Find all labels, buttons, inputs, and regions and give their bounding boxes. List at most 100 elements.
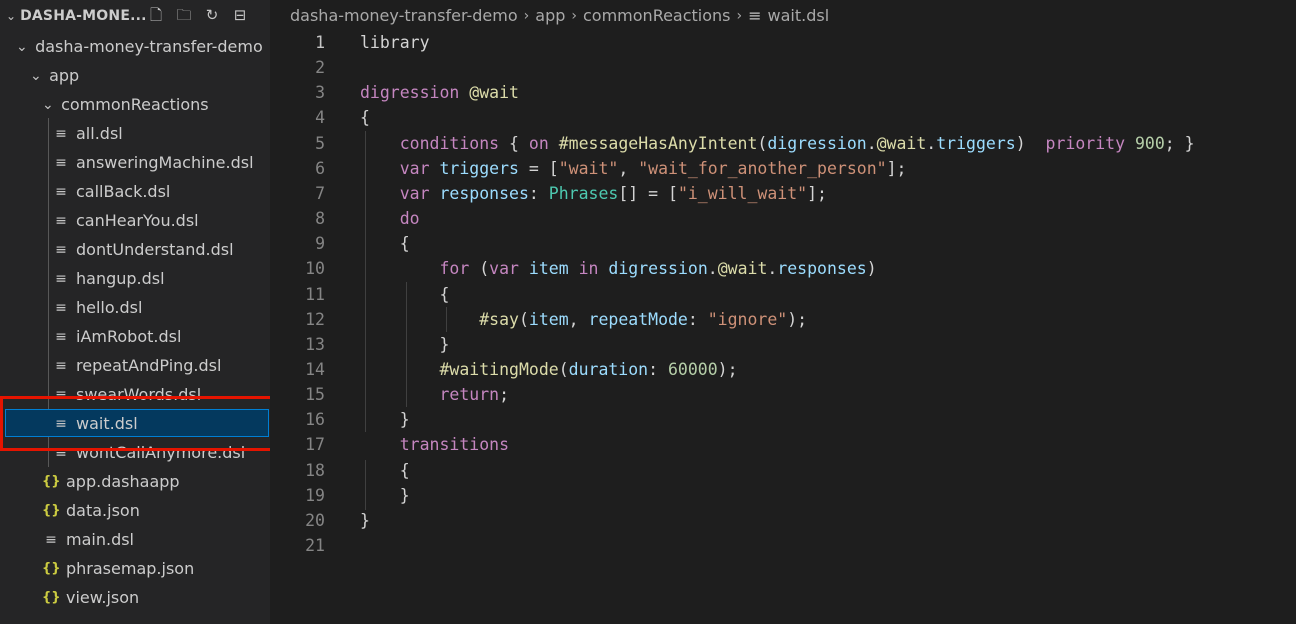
- code-line[interactable]: 11 {: [270, 282, 1296, 307]
- tree-file[interactable]: ≡ repeatAndPing.dsl: [0, 351, 270, 380]
- tree-file[interactable]: ≡ hangup.dsl: [0, 264, 270, 293]
- tree-file[interactable]: {} view.json: [0, 583, 270, 612]
- code-text: {: [360, 108, 370, 128]
- line-number: 11: [305, 284, 325, 304]
- indent-guide: [365, 459, 366, 510]
- collapse-all-icon[interactable]: ⊟: [230, 5, 250, 25]
- code-line[interactable]: 3 digression @wait: [270, 80, 1296, 105]
- code-line[interactable]: 15 return;: [270, 382, 1296, 407]
- dsl-file-icon: ≡: [45, 531, 57, 548]
- dsl-file-icon: ≡: [55, 154, 67, 171]
- breadcrumb-item[interactable]: wait.dsl: [768, 6, 830, 25]
- tree-item-label: data.json: [66, 501, 140, 520]
- tree-file[interactable]: ≡ dontUnderstand.dsl: [0, 235, 270, 264]
- dsl-file-icon: ≡: [55, 299, 67, 316]
- indent-guide: [446, 306, 447, 332]
- tree-item-label: view.json: [66, 588, 140, 607]
- tree-file[interactable]: {} app.dashaapp: [0, 467, 270, 496]
- code-line[interactable]: 2: [270, 55, 1296, 80]
- code-line[interactable]: 19 }: [270, 483, 1296, 508]
- line-number: 19: [305, 485, 325, 505]
- new-file-icon[interactable]: 🗋: [146, 5, 166, 25]
- tree-item-label: dontUnderstand.dsl: [76, 240, 234, 259]
- code-line[interactable]: 1 library: [270, 30, 1296, 55]
- line-number: 18: [305, 460, 325, 480]
- dsl-file-icon: ≡: [55, 328, 67, 345]
- code-line[interactable]: 4{: [270, 105, 1296, 130]
- chevron-right-icon: ›: [523, 7, 530, 24]
- editor-pane: dasha-money-transfer-demo › app › commonReac…: [270, 0, 1296, 624]
- line-number: 5: [315, 133, 325, 153]
- dsl-file-icon: ≡: [55, 241, 67, 258]
- tree-file[interactable]: {} data.json: [0, 496, 270, 525]
- line-number: 17: [305, 435, 325, 455]
- new-folder-icon[interactable]: 🗀: [174, 5, 194, 25]
- tree-folder[interactable]: ⌄ app: [0, 61, 270, 90]
- code-text: }: [360, 510, 370, 530]
- indent-guide: [406, 281, 407, 408]
- refresh-icon[interactable]: ↻: [202, 5, 222, 25]
- dsl-file-icon: ≡: [55, 212, 67, 229]
- code-line[interactable]: 8 do: [270, 206, 1296, 231]
- tree-file[interactable]: ≡ all.dsl: [0, 119, 270, 148]
- dsl-file-icon: ≡: [55, 270, 67, 287]
- chevron-right-icon: ›: [571, 7, 577, 24]
- explorer-sidebar: ⌄ DASHA-MONE... 🗋 🗀 ↻ ⊟ ⌄ dasha-money-tr…: [0, 0, 270, 624]
- code-text: #waitingMode(duration: 60000);: [439, 359, 738, 379]
- tree-item-label: phrasemap.json: [66, 559, 195, 578]
- code-line[interactable]: 7 var responses: Phrases[] = ["i_will_wa…: [270, 181, 1296, 206]
- tree-file[interactable]: ≡ answeringMachine.dsl: [0, 148, 270, 177]
- code-line[interactable]: 13 }: [270, 332, 1296, 357]
- chevron-down-icon[interactable]: ⌄: [6, 9, 16, 23]
- line-number: 14: [305, 359, 325, 379]
- code-line[interactable]: 6 var triggers = ["wait", "wait_for_anot…: [270, 156, 1296, 181]
- tree-file[interactable]: ≡ iAmRobot.dsl: [0, 322, 270, 351]
- dsl-file-icon: ≡: [748, 6, 762, 25]
- tree-item-label: canHearYou.dsl: [76, 211, 199, 230]
- code-line[interactable]: 10 for (var item in digression.@wait.res…: [270, 256, 1296, 281]
- chevron-down-icon[interactable]: ⌄: [30, 68, 44, 84]
- code-line[interactable]: 17 transitions: [270, 432, 1296, 457]
- tree-file[interactable]: ≡ main.dsl: [0, 525, 270, 554]
- line-number: 1: [315, 33, 325, 52]
- code-text: #say(item, repeatMode: "ignore");: [479, 309, 808, 329]
- code-line[interactable]: 16 }: [270, 407, 1296, 432]
- code-line[interactable]: 9 {: [270, 231, 1296, 256]
- tree-file[interactable]: {} phrasemap.json: [0, 554, 270, 583]
- code-text: return;: [439, 385, 510, 405]
- code-line[interactable]: 20}: [270, 508, 1296, 533]
- line-number: 13: [305, 334, 325, 354]
- tree-item-label: hangup.dsl: [76, 269, 165, 288]
- line-number: 8: [315, 209, 325, 229]
- tree-folder[interactable]: ⌄ dasha-money-transfer-demo: [0, 32, 270, 61]
- chevron-right-icon: ›: [736, 7, 743, 24]
- tree-folder[interactable]: ⌄ commonReactions: [0, 90, 270, 119]
- chevron-down-icon[interactable]: ⌄: [16, 39, 30, 55]
- code-text: }: [360, 334, 450, 354]
- breadcrumb-item[interactable]: commonReactions: [583, 6, 731, 25]
- code-line[interactable]: 21: [270, 533, 1296, 558]
- code-text: {: [360, 460, 410, 480]
- chevron-down-icon[interactable]: ⌄: [42, 97, 56, 113]
- code-line[interactable]: 18 {: [270, 458, 1296, 483]
- tree-file[interactable]: ≡ callBack.dsl: [0, 177, 270, 206]
- tree-item-label: app: [49, 66, 80, 85]
- code-text: conditions { on #messageHasAnyIntent(dig…: [399, 133, 1195, 153]
- workspace-title[interactable]: DASHA-MONE...: [20, 8, 147, 24]
- code-line[interactable]: 14 #waitingMode(duration: 60000);: [270, 357, 1296, 382]
- tree-file[interactable]: ≡ hello.dsl: [0, 293, 270, 322]
- code-line[interactable]: 12 #say(item, repeatMode: "ignore");: [270, 307, 1296, 332]
- tree-item-label: iAmRobot.dsl: [76, 327, 182, 346]
- line-number: 7: [315, 183, 325, 203]
- explorer-actions: 🗋 🗀 ↻ ⊟: [146, 5, 250, 25]
- breadcrumb-item[interactable]: dasha-money-transfer-demo: [290, 6, 518, 25]
- line-number: 9: [315, 234, 325, 254]
- code-text: for (var item in digression.@wait.respon…: [439, 259, 877, 279]
- json-file-icon: {}: [42, 590, 61, 605]
- breadcrumb-item[interactable]: app: [535, 6, 565, 25]
- line-number: 12: [305, 309, 325, 329]
- dsl-file-icon: ≡: [55, 125, 67, 142]
- tree-file[interactable]: ≡ canHearYou.dsl: [0, 206, 270, 235]
- code-line[interactable]: 5 conditions { on #messageHasAnyIntent(d…: [270, 131, 1296, 156]
- code-text: library: [360, 33, 430, 52]
